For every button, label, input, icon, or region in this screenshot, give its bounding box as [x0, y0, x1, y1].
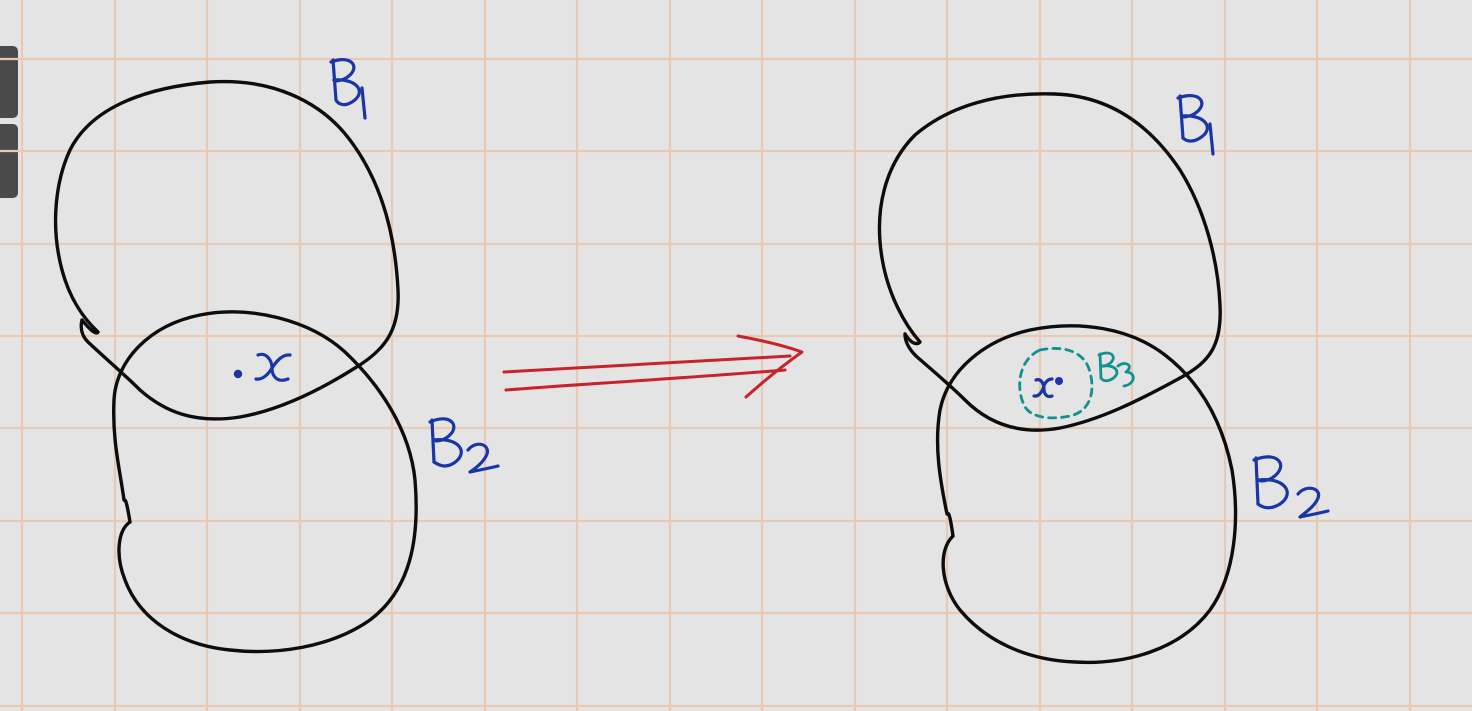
right-point-dot [1055, 377, 1063, 385]
left-ball-b2-outline [111, 310, 418, 654]
implies-arrow [502, 334, 804, 399]
left-point-label-x [254, 352, 292, 382]
whiteboard-canvas [0, 0, 1472, 711]
left-label-b1 [329, 58, 367, 120]
left-ball-b1-outline [53, 79, 400, 421]
right-label-b1 [1176, 94, 1215, 156]
left-panel [53, 58, 500, 654]
right-point-label-x [1032, 377, 1054, 399]
left-label-b2 [428, 417, 500, 474]
right-ball-b2-outline [935, 324, 1238, 665]
left-point-dot [233, 369, 243, 379]
right-label-b3 [1097, 351, 1135, 388]
graph-paper-grid [0, 0, 1472, 711]
drawing-surface [0, 0, 1472, 711]
